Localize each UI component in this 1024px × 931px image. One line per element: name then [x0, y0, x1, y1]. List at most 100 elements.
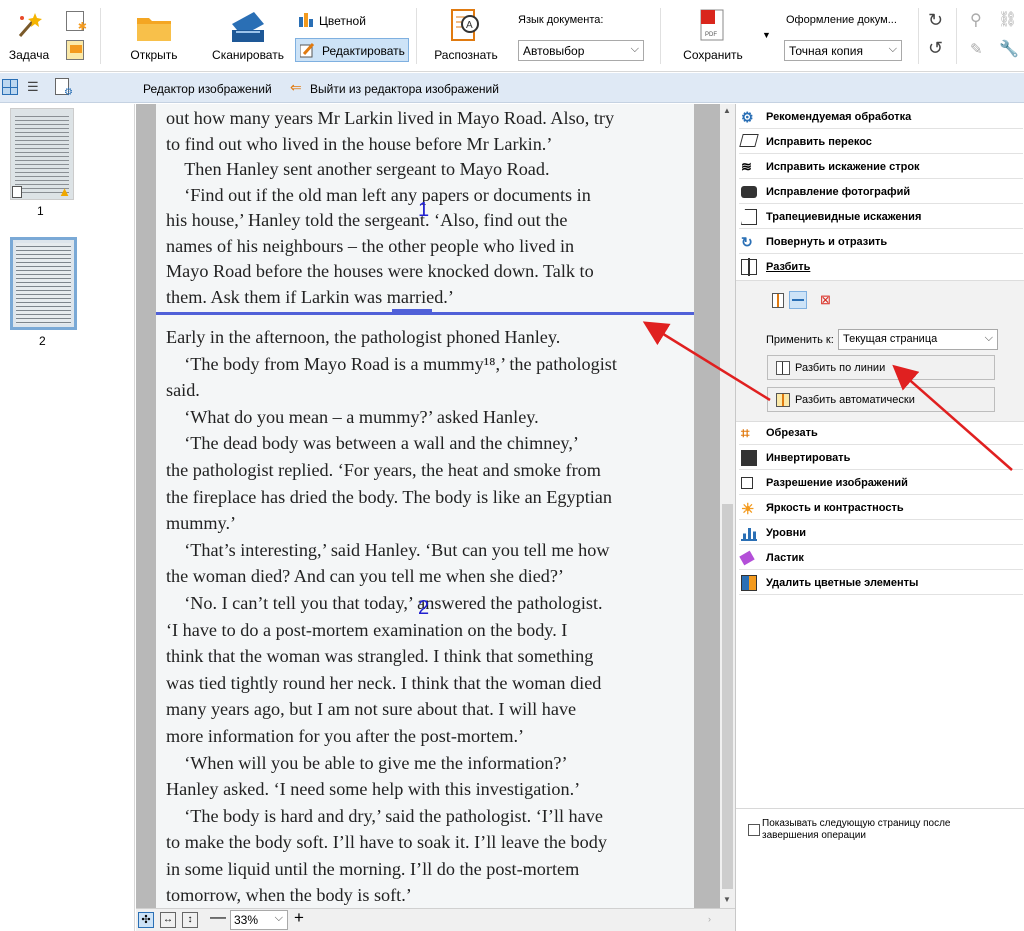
split-line-handle[interactable] — [392, 309, 432, 312]
camera-icon — [741, 186, 757, 198]
text-line: think that the woman was strangled. I th… — [166, 646, 594, 667]
eraser-icon — [739, 550, 755, 566]
crop-icon: ⌗ — [741, 425, 750, 442]
edit-image-label: Редактировать — [322, 44, 405, 58]
new-doc-icon[interactable]: ✱ — [66, 11, 87, 33]
open-button[interactable]: Открыть — [126, 6, 182, 62]
grid-view-icon[interactable] — [2, 79, 18, 95]
tool-fix-line-distortion[interactable]: ≋ Исправить искажение строк — [739, 155, 1023, 179]
tool-eraser[interactable]: Ластик — [739, 546, 1023, 570]
text-line: more information for you after the post-… — [166, 725, 525, 746]
undo-icon[interactable]: ↺ — [928, 38, 943, 59]
zoom-in-icon[interactable]: + — [294, 908, 304, 928]
compare-icon[interactable]: ⛓ — [998, 10, 1017, 28]
main-toolbar: Задача ✱ Открыть Сканировать Цветной Ред… — [0, 0, 1024, 72]
scroll-thumb[interactable] — [722, 504, 733, 889]
pdf-file-icon: PDF — [700, 9, 724, 41]
save-dropdown-arrow-icon[interactable]: ▼ — [762, 30, 771, 40]
text-line: to find out who lived in the house befor… — [166, 133, 553, 154]
tool-crop[interactable]: ⌗ Обрезать — [739, 421, 1023, 445]
scroll-right-icon[interactable]: › — [708, 914, 711, 924]
page-image: out how many years Mr Larkin lived in Ma… — [156, 104, 694, 908]
apply-to-select[interactable]: Текущая страница ⌵ — [838, 329, 998, 350]
vertical-scrollbar[interactable]: ▲ ▼ — [720, 104, 735, 908]
split-horizontal-icon[interactable] — [789, 291, 807, 309]
color-mode-label: Цветной — [319, 14, 366, 28]
fit-page-icon[interactable]: ✣ — [138, 912, 154, 928]
text-line: many years ago, but I am not sure about … — [166, 699, 577, 720]
zoom-select[interactable]: 33% ⌵ — [230, 910, 288, 930]
zoom-out-icon[interactable]: — — [210, 909, 226, 927]
split-line-icon — [776, 361, 790, 375]
split-clear-icon[interactable]: ⊠ — [820, 292, 831, 308]
text-line: ‘That’s interesting,’ said Hanley. ‘But … — [166, 539, 610, 560]
open-doc-icon[interactable] — [66, 40, 84, 60]
document-view[interactable]: out how many years Mr Larkin lived in Ma… — [136, 104, 720, 908]
redo-icon[interactable]: ↻ — [928, 10, 943, 31]
fit-width-icon[interactable]: ↔ — [160, 912, 176, 928]
page-thumbnail[interactable] — [10, 237, 77, 330]
doc-language-label: Язык документа: — [518, 14, 604, 26]
text-line: ‘What do you mean – a mummy?’ asked Hanl… — [166, 406, 539, 427]
tool-rotate-flip[interactable]: ↻ Повернуть и отразить — [739, 230, 1023, 254]
split-auto-icon — [776, 393, 790, 407]
tool-brightness-contrast[interactable]: ☀ Яркость и контрастность — [739, 496, 1023, 520]
scan-button[interactable]: Сканировать — [210, 6, 286, 62]
color-bars-icon — [299, 13, 313, 27]
chevron-down-icon: ⌵ — [630, 43, 639, 55]
tool-photo-correction[interactable]: Исправление фотографий — [739, 180, 1023, 204]
recognize-button[interactable]: A Распознать — [430, 6, 502, 62]
area-number-label: 2 — [418, 597, 430, 619]
text-line: said. — [166, 380, 200, 401]
recognize-doc-icon: A — [451, 9, 479, 41]
split-vertical-icon[interactable] — [772, 293, 784, 308]
view-statusbar: ✣ ↔ ↕ — 33% ⌵ + › — [136, 908, 735, 931]
text-line: Then Hanley sent another sergeant to May… — [166, 159, 550, 179]
doc-format-select[interactable]: Точная копия ⌵ — [784, 40, 902, 61]
page-settings-icon[interactable]: ⚙ — [55, 78, 73, 98]
tool-levels[interactable]: Уровни — [739, 521, 1023, 545]
edit-image-button[interactable]: Редактировать — [295, 38, 409, 62]
wrench-settings-icon[interactable]: 🔧 — [999, 39, 1019, 59]
split-auto-button[interactable]: Разбить автоматически — [767, 387, 995, 412]
task-button[interactable]: Задача — [4, 6, 54, 62]
image-tools-panel: ⚙ Рекомендуемая обработка Исправить пере… — [735, 104, 1024, 931]
text-line: them. Ask them if Larkin was married.’ — [166, 286, 454, 307]
scroll-up-icon[interactable]: ▲ — [723, 106, 731, 115]
doc-language-select[interactable]: Автовыбор ⌵ — [518, 40, 644, 61]
zoom-search-icon[interactable]: ⚲ — [970, 10, 982, 30]
svg-text:PDF: PDF — [705, 32, 717, 38]
fit-height-icon[interactable]: ↕ — [182, 912, 198, 928]
tool-fix-skew[interactable]: Исправить перекос — [739, 130, 1023, 154]
apply-to-value: Текущая страница — [843, 333, 938, 345]
text-line: out how many years Mr Larkin lived in Ma… — [166, 108, 615, 128]
show-next-page-checkbox[interactable] — [748, 824, 760, 836]
tool-invert[interactable]: Инвертировать — [739, 446, 1023, 470]
resolution-icon — [741, 477, 753, 489]
scan-label: Сканировать — [212, 48, 284, 62]
scroll-down-icon[interactable]: ▼ — [723, 895, 731, 904]
color-mode-button[interactable]: Цветной — [297, 11, 397, 31]
exit-editor-button[interactable]: ⇐ Выйти из редактора изображений — [290, 78, 510, 98]
scanner-icon — [232, 12, 264, 42]
tool-split[interactable]: Разбить — [739, 255, 1023, 279]
split-by-line-button[interactable]: Разбить по линии — [767, 355, 995, 380]
tool-remove-color-elements[interactable]: Удалить цветные элементы — [739, 571, 1023, 595]
list-view-icon[interactable]: ☰ — [27, 79, 43, 95]
text-line: tomorrow, when the body is soft.’ — [166, 885, 412, 906]
split-line[interactable] — [156, 312, 694, 315]
image-editor-title: Редактор изображений — [143, 82, 272, 96]
recognize-label: Распознать — [434, 48, 498, 62]
edit-text-icon[interactable]: ✎ — [970, 40, 983, 58]
tool-image-resolution[interactable]: Разрешение изображений — [739, 471, 1023, 495]
invert-icon — [741, 450, 757, 466]
chevron-down-icon: ⌵ — [984, 332, 993, 344]
show-next-page-label: Показывать следующую страницу после заве… — [762, 818, 951, 841]
save-button[interactable]: PDF Сохранить — [680, 6, 746, 62]
sun-icon: ☀ — [741, 501, 755, 518]
page-thumbnail[interactable]: ▲ — [10, 108, 74, 200]
text-line: ‘When will you be able to give me the in… — [166, 752, 568, 773]
tool-recommended-processing[interactable]: ⚙ Рекомендуемая обработка — [739, 105, 1023, 129]
tool-trapezoid-distortion[interactable]: Трапециевидные искажения — [739, 205, 1023, 229]
text-line: Hanley asked. ‘I need some help with thi… — [166, 779, 581, 800]
